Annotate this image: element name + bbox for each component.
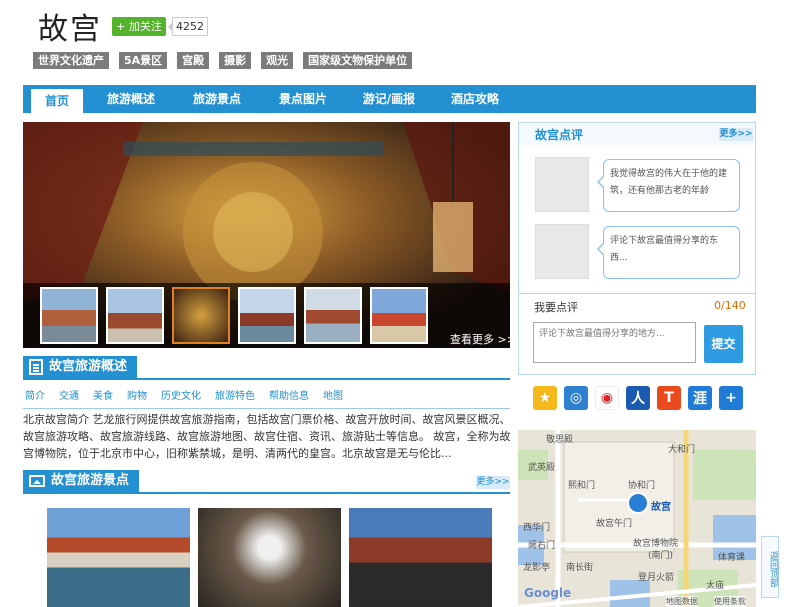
char-counter: 0/140 bbox=[714, 299, 746, 312]
review-text: 我觉得故宫的伟大在于他的建筑，还有他那古老的年龄 bbox=[597, 159, 740, 212]
subnav-history[interactable]: 历史文化 bbox=[161, 385, 201, 408]
subnav-features[interactable]: 旅游特色 bbox=[215, 385, 255, 408]
thumbnail[interactable] bbox=[172, 287, 230, 344]
subnav-food[interactable]: 美食 bbox=[93, 385, 113, 408]
tag-national-relic[interactable]: 国家级文物保护单位 bbox=[303, 52, 413, 69]
divider bbox=[519, 293, 755, 294]
kaixin-icon[interactable]: 涯 bbox=[688, 386, 712, 410]
main-nav: 首页 旅游概述 旅游景点 景点图片 游记/画报 酒店攻略 bbox=[23, 85, 756, 113]
map-label: 协和门 bbox=[628, 481, 656, 491]
map-label: 武英殿 bbox=[528, 463, 556, 473]
share-bar: ★ ◎ ◉ 人 T 涯 + bbox=[533, 386, 743, 410]
overview-title: 故宫旅游概述 bbox=[49, 359, 128, 374]
spot-photo[interactable] bbox=[349, 508, 492, 607]
overview-section-header: 故宫旅游概述 bbox=[23, 356, 510, 380]
map-data-label: 地图数据 bbox=[666, 596, 698, 607]
review-text: 评论下故宫最值得分享的东西... bbox=[597, 226, 740, 279]
reviews-title: 故宫点评 bbox=[535, 127, 584, 142]
map-label: 南长街 bbox=[566, 563, 594, 573]
thumbnail[interactable] bbox=[370, 287, 428, 344]
tag-5a[interactable]: 5A景区 bbox=[119, 52, 168, 69]
map-label: 故宫 bbox=[651, 502, 671, 513]
follow-count: 4252 bbox=[168, 17, 208, 36]
tag-list: 世界文化遗产 5A景区 宫殿 摄影 观光 国家级文物保护单位 bbox=[33, 52, 413, 69]
map-label: (南门) bbox=[648, 551, 674, 561]
tag-world-heritage[interactable]: 世界文化遗产 bbox=[33, 52, 109, 69]
document-icon bbox=[29, 359, 43, 375]
page-title: 故宫 bbox=[38, 12, 102, 47]
spot-photos bbox=[47, 508, 492, 607]
tab-overview[interactable]: 旅游概述 bbox=[88, 85, 174, 113]
view-more-link[interactable]: 查看更多 >> bbox=[450, 331, 516, 347]
spots-title: 故宫旅游景点 bbox=[51, 473, 130, 488]
follow-button[interactable]: + 加关注 bbox=[112, 17, 166, 36]
tab-photos[interactable]: 景点图片 bbox=[260, 85, 346, 113]
thumbnail[interactable] bbox=[304, 287, 362, 344]
spots-section-header: 故宫旅游景点 更多>> bbox=[23, 470, 510, 494]
thumbnail-strip bbox=[23, 283, 510, 348]
map-label: 龙影亭 bbox=[523, 563, 551, 573]
tab-spots[interactable]: 旅游景点 bbox=[174, 85, 260, 113]
renren-icon[interactable]: 人 bbox=[626, 386, 650, 410]
subnav-help[interactable]: 帮助信息 bbox=[269, 385, 309, 408]
map-label: 大和门 bbox=[668, 445, 696, 455]
tab-travelogues[interactable]: 游记/画报 bbox=[346, 85, 432, 113]
overview-text: 北京故宫简介 艺龙旅行网提供故宫旅游指南，包括故宫门票价格、故宫开放时间、故宫风… bbox=[23, 413, 511, 460]
overview-subnav: 简介 交通 美食 购物 历史文化 旅游特色 帮助信息 地图 bbox=[23, 385, 510, 409]
tab-home[interactable]: 首页 bbox=[31, 89, 83, 113]
map-label: 太庙 bbox=[706, 581, 725, 591]
spot-photo[interactable] bbox=[198, 508, 341, 607]
thumbnail[interactable] bbox=[106, 287, 164, 344]
tag-palace[interactable]: 宫殿 bbox=[177, 52, 210, 69]
tag-photography[interactable]: 摄影 bbox=[219, 52, 252, 69]
location-map[interactable]: 敬思殿 大和门 武英殿 熙和门 协和门 故宫 故宫午门 故宫博物院 (南门) 阙… bbox=[518, 430, 756, 607]
subnav-transport[interactable]: 交通 bbox=[59, 385, 79, 408]
map-terms-link[interactable]: 使用条款 bbox=[714, 596, 746, 607]
map-label: 登月火箭 bbox=[638, 573, 675, 583]
write-review-label: 我要点评 bbox=[534, 301, 578, 314]
review-input[interactable] bbox=[533, 322, 696, 363]
review-item: 我觉得故宫的伟大在于他的建筑，还有他那古老的年龄 bbox=[535, 157, 760, 217]
thumbnail[interactable] bbox=[238, 287, 296, 344]
weibo-icon[interactable]: ◉ bbox=[595, 386, 619, 410]
review-item: 评论下故宫最值得分享的东西... bbox=[535, 224, 760, 284]
map-label: 阙右门 bbox=[528, 541, 556, 551]
plus-icon[interactable]: + bbox=[719, 386, 743, 410]
reviews-more-button[interactable]: 更多>> bbox=[719, 127, 753, 141]
avatar bbox=[535, 157, 589, 212]
avatar bbox=[535, 224, 589, 279]
t-icon[interactable]: T bbox=[657, 386, 681, 410]
tab-hotels[interactable]: 酒店攻略 bbox=[432, 85, 518, 113]
map-label: 熙和门 bbox=[568, 481, 596, 491]
subnav-shopping[interactable]: 购物 bbox=[127, 385, 147, 408]
map-label: 敬思殿 bbox=[546, 435, 574, 445]
qzone-icon[interactable]: ◎ bbox=[564, 386, 588, 410]
map-label: 故宫午门 bbox=[596, 519, 633, 529]
subnav-intro[interactable]: 简介 bbox=[25, 385, 45, 408]
subnav-map[interactable]: 地图 bbox=[323, 385, 343, 408]
back-to-top-button[interactable]: 返回顶部 bbox=[761, 536, 779, 598]
thumbnail[interactable] bbox=[40, 287, 98, 344]
map-label: 体育课 bbox=[718, 553, 746, 563]
tag-sightseeing[interactable]: 观光 bbox=[261, 52, 294, 69]
image-icon bbox=[29, 475, 45, 487]
map-label: 西华门 bbox=[523, 523, 551, 533]
submit-button[interactable]: 提交 bbox=[704, 325, 743, 363]
spots-more-button[interactable]: 更多>> bbox=[476, 476, 510, 489]
star-icon[interactable]: ★ bbox=[533, 386, 557, 410]
spot-photo[interactable] bbox=[47, 508, 190, 607]
google-logo: Google bbox=[524, 586, 572, 600]
